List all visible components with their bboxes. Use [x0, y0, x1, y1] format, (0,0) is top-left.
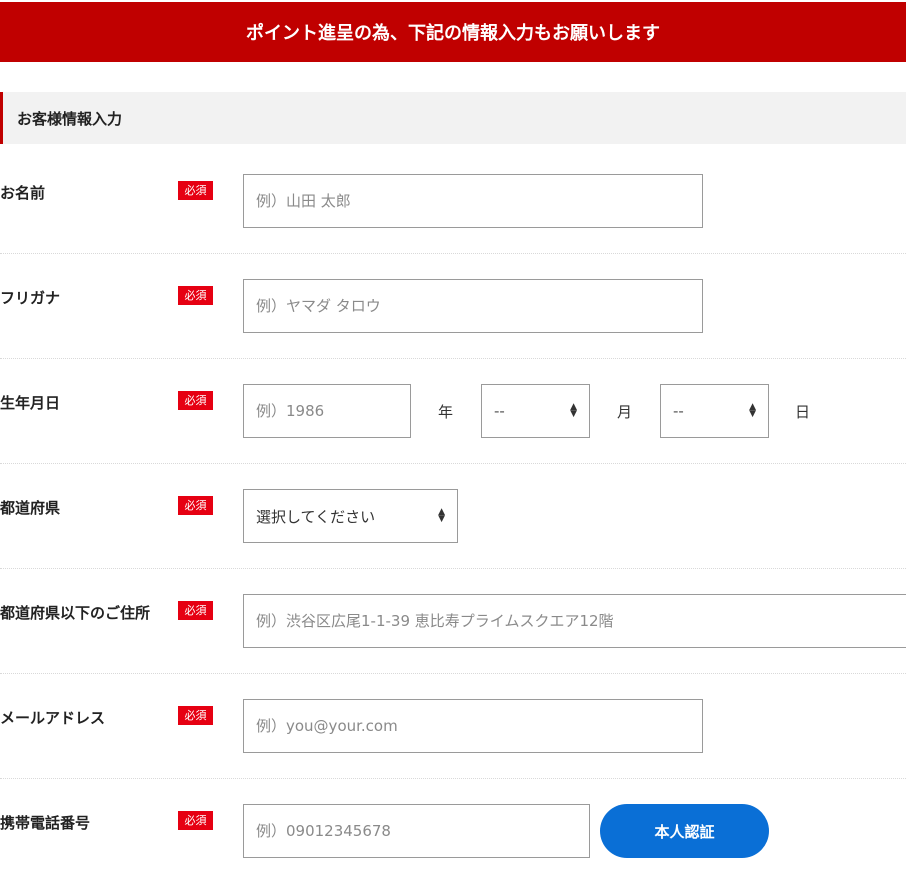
required-badge: 必須 [178, 496, 213, 515]
birthdate-row: 生年月日 必須 年 -- ▲▼ 月 -- ▲▼ 日 [0, 384, 906, 464]
required-badge: 必須 [178, 601, 213, 620]
birth-month-value: -- [494, 402, 505, 420]
birthdate-label: 生年月日 [0, 394, 61, 412]
furigana-row: フリガナ 必須 [0, 279, 906, 359]
banner-text: ポイント進呈の為、下記の情報入力もお願いします [246, 23, 660, 44]
name-row: お名前 必須 [0, 174, 906, 254]
required-badge: 必須 [178, 286, 213, 305]
furigana-input[interactable] [243, 279, 703, 333]
prefecture-row: 都道府県 必須 選択してください ▲ ▼ [0, 489, 906, 569]
section-header: お客様情報入力 [0, 92, 906, 144]
identity-verify-button[interactable]: 本人認証 [600, 804, 769, 858]
address-label: 都道府県以下のご住所 [0, 604, 151, 622]
day-unit: 日 [795, 403, 811, 421]
birth-day-value: -- [673, 402, 684, 420]
select-arrows-icon: ▲ ▼ [749, 402, 756, 419]
birth-year-input[interactable] [243, 384, 411, 438]
month-unit: 月 [617, 403, 633, 421]
email-label: メールアドレス [0, 709, 106, 727]
name-input[interactable] [243, 174, 703, 228]
address-row: 都道府県以下のご住所 必須 [0, 594, 906, 674]
required-badge: 必須 [178, 391, 213, 410]
birth-day-select[interactable]: -- ▲ ▼ [660, 384, 769, 438]
required-badge: 必須 [178, 181, 213, 200]
select-arrows-icon: ▲ ▼ [570, 402, 577, 419]
name-label: お名前 [0, 184, 46, 202]
year-unit: 年 [438, 403, 454, 421]
required-badge: 必須 [178, 706, 213, 725]
email-input[interactable] [243, 699, 703, 753]
section-title: お客様情報入力 [17, 109, 123, 128]
prefecture-label: 都道府県 [0, 499, 61, 517]
address-input[interactable] [243, 594, 906, 648]
email-row: メールアドレス 必須 [0, 699, 906, 779]
required-badge: 必須 [178, 811, 213, 830]
info-request-banner: ポイント進呈の為、下記の情報入力もお願いします [0, 2, 906, 62]
furigana-label: フリガナ [0, 289, 61, 307]
birth-month-select[interactable]: -- ▲ ▼ [481, 384, 590, 438]
phone-input[interactable] [243, 804, 590, 858]
phone-row: 携帯電話番号 必須 本人認証 [0, 804, 906, 884]
verify-button-label: 本人認証 [654, 822, 715, 841]
select-arrows-icon: ▲ ▼ [438, 507, 445, 524]
prefecture-select[interactable]: 選択してください ▲ ▼ [243, 489, 458, 543]
prefecture-value: 選択してください [256, 507, 376, 526]
